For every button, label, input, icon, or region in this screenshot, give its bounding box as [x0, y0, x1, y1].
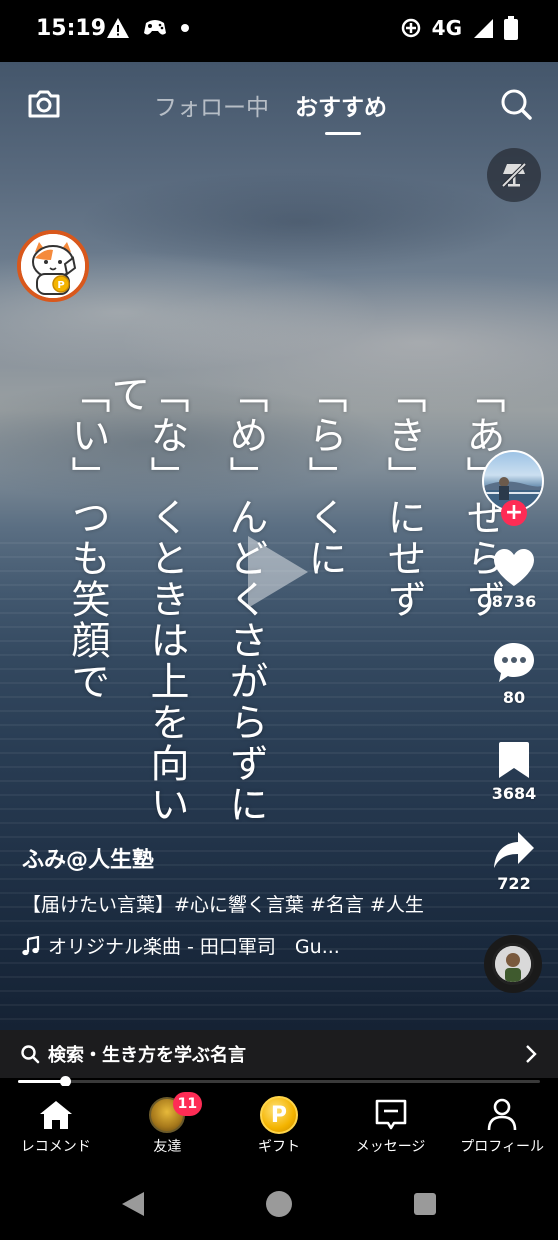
follow-button[interactable]: + — [501, 500, 527, 526]
share-action[interactable]: 722 — [478, 830, 550, 893]
nav-messages-label: メッセージ — [355, 1139, 426, 1155]
svg-text:P: P — [57, 280, 64, 291]
home-button[interactable] — [266, 1191, 292, 1217]
tab-for-you[interactable]: おすすめ — [295, 88, 387, 135]
poem-line: 「め」んどくさがらずに — [223, 374, 268, 825]
network-type: 4G — [431, 16, 462, 40]
nav-gift[interactable]: P ギフト — [223, 1086, 335, 1166]
status-notification-icons — [106, 17, 190, 39]
music-cover-person-icon — [495, 946, 531, 982]
share-count: 722 — [497, 874, 531, 893]
tab-for-you-label: おすすめ — [295, 95, 387, 121]
poem-line: 「ら」くに — [302, 374, 347, 579]
progress-track — [18, 1080, 540, 1083]
progress-fill — [18, 1080, 65, 1083]
system-navigation-bar — [0, 1166, 558, 1240]
video-player[interactable]: フォロー中 おすすめ P 「あ」せらず 「き」にせず 「ら」くに 「め」んどくさ… — [0, 62, 558, 1030]
friends-notification-badge: 11 — [172, 1092, 203, 1116]
top-nav: フォロー中 おすすめ — [0, 62, 558, 142]
home-icon — [39, 1101, 72, 1129]
search-suggestion-bar[interactable]: 検索・生き方を学ぶ名言 — [0, 1030, 558, 1078]
music-disc-cover — [495, 946, 531, 982]
status-time: 15:19 — [36, 16, 107, 41]
nav-home[interactable]: レコメンド — [0, 1086, 112, 1166]
lamp-off-icon — [501, 162, 527, 188]
nav-gift-label: ギフト — [257, 1139, 300, 1155]
play-icon[interactable] — [242, 532, 312, 612]
nav-friends-label: 友達 — [153, 1139, 182, 1155]
status-system-icons: 4G — [400, 16, 518, 40]
nav-messages[interactable]: メッセージ — [335, 1086, 447, 1166]
data-saver-icon — [401, 18, 420, 38]
camera-icon[interactable] — [26, 86, 62, 122]
lucky-cat-icon: P — [21, 234, 85, 298]
nav-home-label: レコメンド — [20, 1139, 91, 1155]
active-tab-indicator — [325, 132, 361, 135]
warning-icon — [107, 18, 129, 38]
poem-line: 「な」くときは上を向いて — [105, 374, 189, 825]
search-suggestion-label: 検索・生き方を学ぶ名言 — [48, 1045, 246, 1066]
like-count: 8736 — [491, 592, 537, 611]
bookmark-action[interactable]: 3684 — [478, 740, 550, 803]
coin-reward-badge[interactable]: P — [17, 230, 89, 302]
dot-icon — [181, 24, 189, 32]
poem-text: 「あ」せらず 「き」にせず 「ら」くに 「め」んどくさがらずに 「な」くときは上… — [52, 374, 505, 854]
profile-icon — [487, 1098, 517, 1131]
creator-username[interactable]: ふみ@人生塾 — [22, 842, 462, 874]
recents-button[interactable] — [414, 1193, 436, 1215]
battery-icon — [504, 16, 518, 40]
game-controller-icon — [144, 20, 166, 35]
message-icon — [375, 1099, 406, 1130]
poem-line: 「い」つも笑顔で — [65, 374, 110, 702]
signal-icon — [474, 19, 493, 38]
comment-icon — [494, 643, 534, 682]
status-bar: 15:19 4G — [0, 0, 558, 62]
like-action[interactable]: 8736 — [478, 548, 550, 611]
tab-following[interactable]: フォロー中 — [154, 88, 269, 122]
music-title: オリジナル楽曲 - 田口軍司 Gu... — [48, 936, 340, 958]
music-disc[interactable] — [484, 935, 542, 993]
coin-icon: P — [259, 1096, 298, 1134]
chevron-right-icon — [526, 1045, 537, 1063]
dim-screen-button[interactable] — [487, 148, 541, 202]
comment-count: 80 — [502, 688, 526, 707]
nav-profile[interactable]: プロフィール — [446, 1086, 558, 1166]
music-note-icon — [22, 935, 40, 955]
heart-icon — [494, 549, 534, 586]
bookmark-icon — [499, 742, 529, 778]
nav-friends[interactable]: 11 友達 — [112, 1086, 224, 1166]
bottom-nav: レコメンド 11 友達 P ギフト メッセージ プロフィール — [0, 1086, 558, 1166]
nav-profile-label: プロフィール — [460, 1139, 545, 1155]
music-info[interactable]: オリジナル楽曲 - 田口軍司 Gu... — [22, 932, 462, 959]
feed-tabs: フォロー中 おすすめ — [154, 88, 387, 135]
search-icon[interactable] — [498, 86, 534, 122]
poem-line: 「き」にせず — [381, 374, 426, 620]
video-description[interactable]: 【届けたい言葉】#心に響く言葉 #名言 #人生 — [22, 888, 462, 922]
video-caption: ふみ@人生塾 【届けたい言葉】#心に響く言葉 #名言 #人生 オリジナル楽曲 -… — [22, 842, 462, 959]
search-small-icon — [21, 1045, 40, 1064]
share-icon — [494, 832, 534, 868]
back-icon[interactable] — [120, 1190, 146, 1218]
bookmark-count: 3684 — [491, 784, 537, 803]
playback-progress[interactable] — [0, 1076, 558, 1087]
comment-action[interactable]: 80 — [478, 640, 550, 707]
